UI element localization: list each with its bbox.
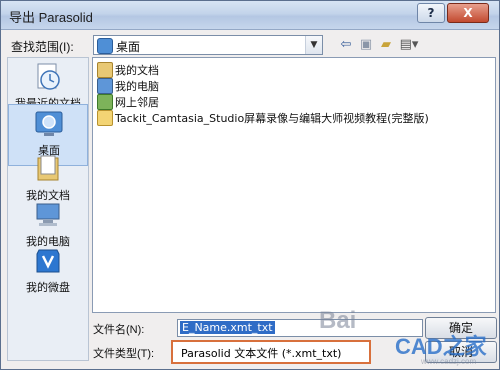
- my-documents-icon: [97, 62, 113, 78]
- url-watermark: www.cadzj.com: [421, 357, 477, 366]
- my-computer-icon: [97, 78, 113, 94]
- new-folder-icon[interactable]: ▰: [377, 37, 395, 53]
- back-arrow-icon[interactable]: ⇦: [337, 37, 355, 53]
- places-bar: 我最近的文档 桌面 我的文档 我的电脑: [7, 57, 89, 361]
- filename-value: E_Name.xmt_txt: [180, 321, 275, 334]
- baidu-watermark: Bai: [319, 307, 357, 334]
- title-bar: 导出 Parasolid ? X: [1, 1, 499, 30]
- chevron-down-icon[interactable]: ▼: [305, 36, 322, 54]
- up-folder-icon[interactable]: ▣: [357, 37, 375, 53]
- view-menu-icon[interactable]: ▤▾: [398, 37, 420, 53]
- filename-label: 文件名(N):: [93, 324, 145, 336]
- export-dialog: 导出 Parasolid ? X 查找范围(I): 桌面 ▼ ⇦ ▣ ▰ ▤▾ …: [0, 0, 500, 370]
- folder-icon: [97, 110, 113, 126]
- filename-input[interactable]: E_Name.xmt_txt: [177, 319, 423, 337]
- filetype-value: Parasolid 文本文件 (*.xmt_txt): [181, 347, 342, 360]
- my-computer-icon: [36, 203, 60, 226]
- my-documents-icon: [37, 155, 59, 181]
- look-in-label: 查找范围(I):: [11, 40, 74, 54]
- place-my-cloud-disk[interactable]: 我的微盘: [8, 242, 88, 302]
- network-icon: [97, 94, 113, 110]
- filetype-dropdown[interactable]: Parasolid 文本文件 (*.xmt_txt): [171, 340, 371, 364]
- desktop-icon: [35, 111, 63, 136]
- help-button[interactable]: ?: [417, 3, 445, 23]
- look-in-value: 桌面: [116, 40, 141, 54]
- filetype-label: 文件类型(T):: [93, 348, 155, 360]
- my-cloud-disk-icon: [36, 249, 60, 273]
- look-in-dropdown[interactable]: 桌面 ▼: [93, 35, 323, 55]
- place-label-my-cloud-disk: 我的微盘: [26, 281, 70, 294]
- file-list[interactable]: 我的文档 我的电脑 网上邻居 Tackit_Camtasia_Studio屏幕录…: [92, 57, 496, 313]
- desktop-icon: [97, 38, 113, 54]
- recent-documents-icon: [37, 63, 60, 90]
- close-button[interactable]: X: [447, 3, 489, 23]
- window-title: 导出 Parasolid: [9, 10, 93, 25]
